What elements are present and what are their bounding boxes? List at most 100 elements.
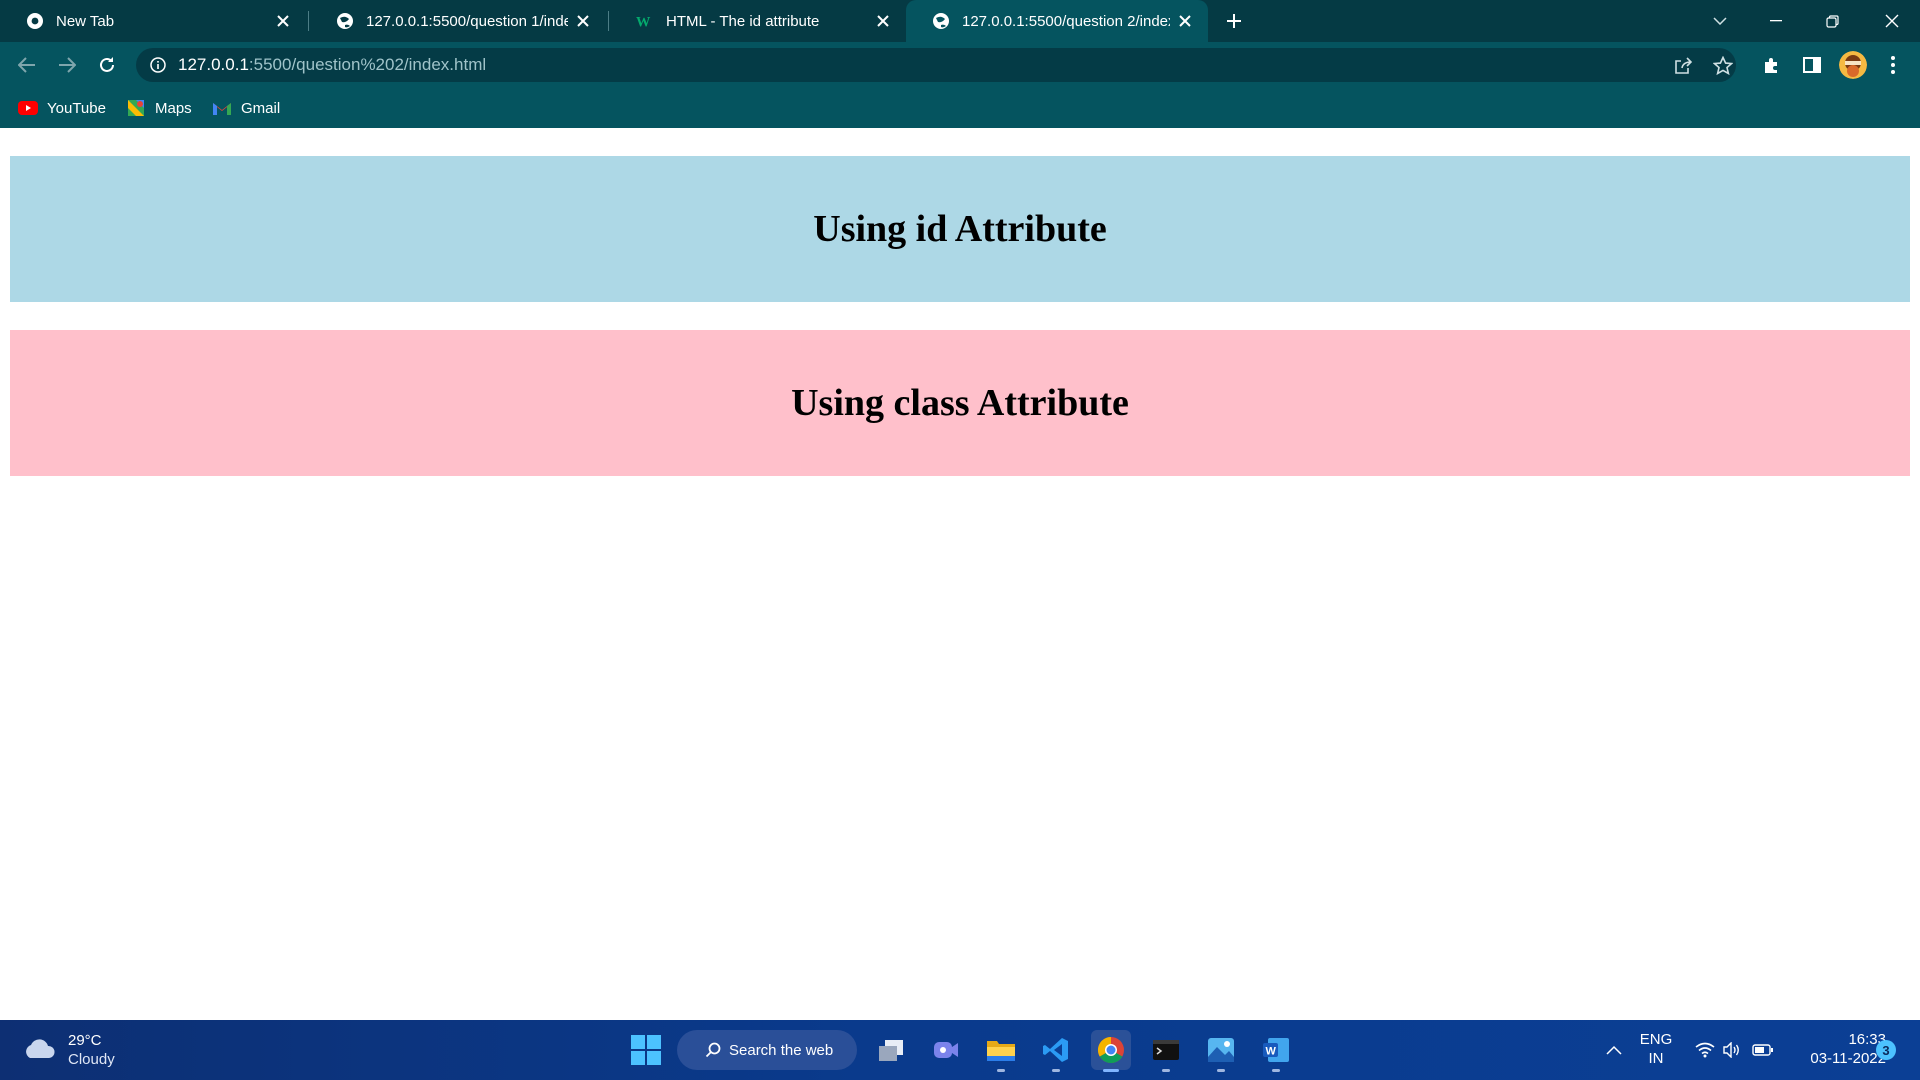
- task-view-button[interactable]: [871, 1030, 911, 1070]
- terminal-button[interactable]: [1146, 1030, 1186, 1072]
- language-line1: ENG: [1639, 1031, 1673, 1048]
- word-icon: W: [1263, 1038, 1289, 1062]
- tab-strip: New Tab 127.0.0.1:5500/question 1/index.…: [0, 0, 1920, 42]
- teams-button[interactable]: [926, 1030, 966, 1070]
- photos-button[interactable]: [1201, 1030, 1241, 1072]
- vscode-button[interactable]: [1036, 1030, 1076, 1072]
- globe-icon: [932, 12, 950, 30]
- minimize-button[interactable]: [1748, 0, 1804, 42]
- taskbar-search[interactable]: Search the web: [677, 1030, 857, 1070]
- clock-date: 03-11-2022: [1810, 1050, 1886, 1067]
- restore-icon: [1825, 14, 1839, 28]
- close-icon[interactable]: [268, 6, 298, 36]
- running-indicator: [1103, 1069, 1119, 1072]
- tab-separator: [308, 11, 309, 31]
- bookmark-label: Gmail: [241, 99, 281, 117]
- restore-button[interactable]: [1804, 0, 1860, 42]
- avatar: [1839, 51, 1867, 79]
- side-panel-icon: [1803, 57, 1821, 73]
- reload-icon: [100, 57, 114, 72]
- info-icon[interactable]: [148, 55, 168, 75]
- extensions-button[interactable]: [1755, 48, 1789, 82]
- file-explorer-button[interactable]: [981, 1030, 1021, 1072]
- menu-button[interactable]: [1876, 48, 1910, 82]
- back-button[interactable]: [10, 48, 44, 82]
- photos-icon: [1208, 1038, 1234, 1062]
- minimize-icon: [1770, 20, 1782, 22]
- close-icon[interactable]: [1170, 6, 1200, 36]
- close-icon[interactable]: [568, 6, 598, 36]
- bookmark-youtube[interactable]: YouTube: [18, 96, 106, 120]
- language-indicator[interactable]: ENG IN: [1630, 1030, 1682, 1070]
- address-bar[interactable]: 127.0.0.1:5500/question%202/index.html: [136, 48, 1736, 82]
- taskbar: 29°C Cloudy Search the web W ENG IN 16:3…: [0, 1020, 1920, 1080]
- plus-icon: [1227, 14, 1241, 28]
- url-text[interactable]: 127.0.0.1:5500/question%202/index.html: [178, 48, 486, 82]
- forward-button[interactable]: [50, 48, 84, 82]
- star-icon[interactable]: [1712, 55, 1734, 77]
- reload-button[interactable]: [90, 48, 124, 82]
- new-tab-button[interactable]: [1219, 6, 1249, 36]
- side-panel-button[interactable]: [1795, 48, 1829, 82]
- bookmark-label: Maps: [155, 99, 192, 117]
- cloud-icon: [22, 1037, 56, 1064]
- battery-icon[interactable]: [1748, 1030, 1778, 1070]
- tab-separator: [608, 11, 609, 31]
- tab-question-2[interactable]: 127.0.0.1:5500/question 2/index.h: [906, 0, 1208, 42]
- arrow-right-icon: [59, 57, 76, 73]
- svg-text:W: W: [1266, 1046, 1277, 1058]
- weather-widget[interactable]: 29°C Cloudy: [22, 1030, 115, 1070]
- close-icon: [1885, 14, 1899, 28]
- volume-icon[interactable]: [1718, 1030, 1746, 1070]
- browser-toolbar: 127.0.0.1:5500/question%202/index.html: [0, 42, 1920, 88]
- arrow-left-icon: [18, 57, 35, 73]
- bookmark-label: YouTube: [47, 99, 106, 117]
- language-line2: IN: [1648, 1050, 1664, 1067]
- bookmark-gmail[interactable]: Gmail: [212, 96, 280, 120]
- bookmarks-bar: YouTube Maps Gmail: [0, 88, 1920, 128]
- clock[interactable]: 16:33 03-11-2022: [1786, 1030, 1886, 1070]
- kebab-menu-icon: [1891, 56, 1895, 74]
- close-icon[interactable]: [868, 6, 898, 36]
- tab-search-button[interactable]: [1692, 0, 1748, 42]
- profile-button[interactable]: [1836, 48, 1870, 82]
- search-icon: [705, 1042, 721, 1058]
- tab-question-1[interactable]: 127.0.0.1:5500/question 1/index.h: [310, 0, 606, 42]
- show-hidden-icons-button[interactable]: [1600, 1030, 1628, 1070]
- tab-title: 127.0.0.1:5500/question 1/index.h: [366, 12, 568, 30]
- svg-text:W: W: [636, 14, 651, 29]
- chrome-icon: [1097, 1036, 1124, 1064]
- id-attribute-box: Using id Attribute: [10, 156, 1910, 302]
- chrome-icon: [26, 12, 44, 30]
- close-window-button[interactable]: [1864, 0, 1920, 42]
- teams-icon: [934, 1042, 958, 1058]
- class-heading: Using class Attribute: [791, 382, 1129, 424]
- notification-badge[interactable]: 3: [1876, 1040, 1896, 1060]
- vscode-icon: [1043, 1038, 1068, 1062]
- w3schools-icon: W: [636, 12, 654, 30]
- id-heading: Using id Attribute: [813, 208, 1107, 250]
- globe-icon: [336, 12, 354, 30]
- search-label: Search the web: [729, 1041, 834, 1059]
- start-button[interactable]: [630, 1034, 662, 1066]
- running-indicator: [1272, 1069, 1280, 1072]
- windows-icon: [631, 1035, 661, 1065]
- chevron-up-icon: [1606, 1045, 1622, 1055]
- maps-icon: [126, 100, 146, 116]
- tab-html-id-attribute[interactable]: W HTML - The id attribute: [610, 0, 906, 42]
- wifi-icon[interactable]: [1690, 1030, 1720, 1070]
- tab-title: HTML - The id attribute: [666, 12, 820, 30]
- url-path: :5500/question%202/index.html: [248, 55, 487, 74]
- bookmark-maps[interactable]: Maps: [126, 96, 192, 120]
- tab-new-tab[interactable]: New Tab: [0, 0, 306, 42]
- word-button[interactable]: W: [1256, 1030, 1296, 1072]
- chrome-button[interactable]: [1091, 1030, 1131, 1072]
- running-indicator: [997, 1069, 1005, 1072]
- youtube-icon: [18, 100, 38, 116]
- weather-temp: 29°C: [68, 1032, 102, 1049]
- running-indicator: [1217, 1069, 1225, 1072]
- file-explorer-icon: [987, 1041, 1015, 1061]
- share-icon[interactable]: [1672, 55, 1694, 77]
- chevron-down-icon: [1713, 17, 1727, 25]
- terminal-icon: [1153, 1040, 1179, 1060]
